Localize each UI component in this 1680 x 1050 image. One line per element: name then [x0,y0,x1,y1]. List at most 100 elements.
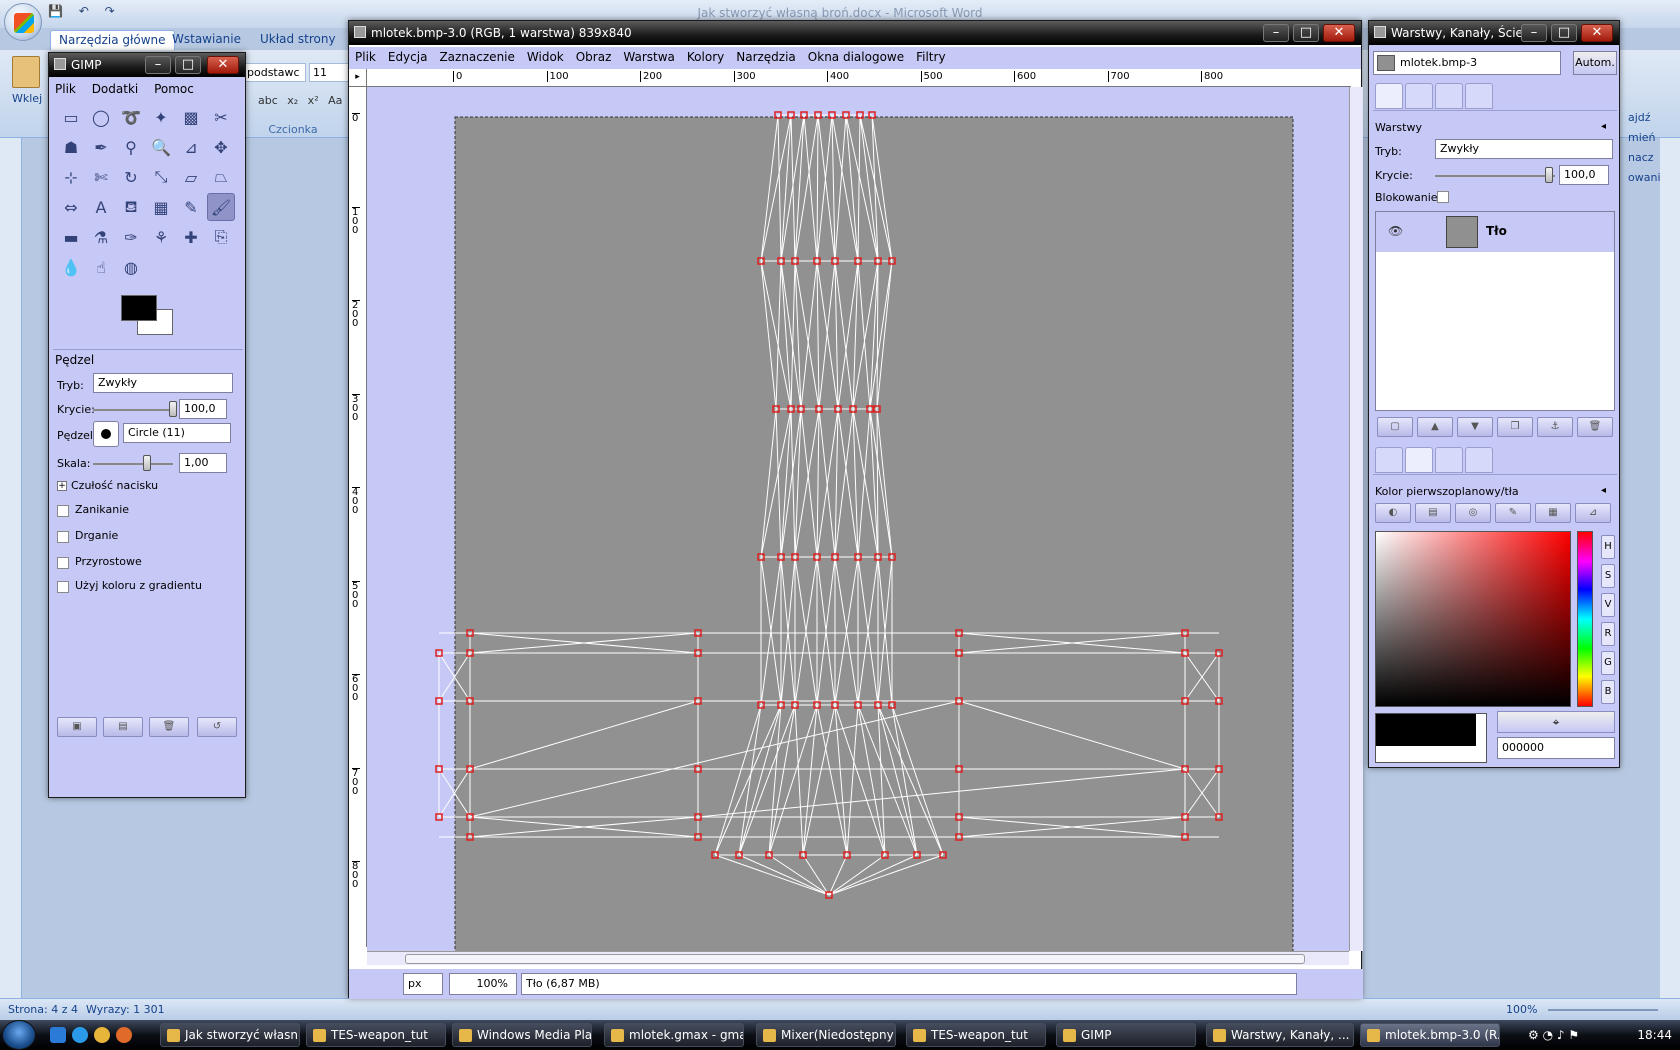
heal-tool-icon[interactable]: ✚ [177,223,205,251]
shear-tool-icon[interactable]: ▱ [177,163,205,191]
blend-tool-icon[interactable]: ▦ [147,193,175,221]
font-size-input[interactable]: 11 [309,63,351,82]
tray-icons[interactable]: ⚙ ◔ ♪ ⚑ [1528,1028,1579,1042]
tab-brushes[interactable] [1405,447,1433,473]
lock-checkbox[interactable] [1437,191,1449,203]
raise-layer-button[interactable]: ▲ [1417,417,1453,437]
scale-slider[interactable] [93,463,173,465]
tab-home[interactable]: Narzędzia główne [50,30,175,50]
flip-tool-icon[interactable]: ⇔ [57,193,85,221]
taskbar-button[interactable]: Mixer(Niedostępny) [756,1023,896,1047]
zoom-tool-icon[interactable]: 🔍 [147,133,175,161]
airbrush-tool-icon[interactable]: ⚗ [87,223,115,251]
channel-button-r[interactable]: R [1601,622,1615,646]
measure-tool-icon[interactable]: ⊿ [177,133,205,161]
menu-item[interactable]: Kolory [681,47,730,67]
menu-item[interactable]: Widok [521,47,570,67]
watercolor-selector-button[interactable]: ✎ [1495,503,1531,523]
horizontal-scrollbar[interactable] [367,951,1349,965]
foreground-select-tool-icon[interactable]: ☗ [57,133,85,161]
minimize-button[interactable]: – [1521,24,1547,42]
menu-item[interactable]: Okna dialogowe [802,47,910,67]
font-name-input[interactable]: podstawc [243,63,306,82]
move-tool-icon[interactable]: ✥ [207,133,235,161]
blur-tool-icon[interactable]: 💧 [57,253,85,281]
scales-selector-button[interactable]: ▦ [1535,503,1571,523]
free-select-tool-icon[interactable]: ➰ [117,103,145,131]
color-select-tool-icon[interactable]: ▩ [177,103,205,131]
tab-layers[interactable] [1375,83,1403,109]
brush-name[interactable]: Circle (11) [123,423,231,443]
word-scrollbar[interactable] [1660,138,1680,998]
start-button[interactable] [2,1020,36,1050]
ellipse-select-tool-icon[interactable]: ◯ [87,103,115,131]
tab-paths[interactable] [1435,83,1463,109]
scale-input[interactable]: 1,00 [179,453,227,473]
ink-tool-icon[interactable]: ✑ [117,223,145,251]
channel-button-h[interactable]: H [1601,535,1615,559]
taskbar-button[interactable]: mlotek.gmax - gmax [604,1023,744,1047]
dock-titlebar[interactable]: Warstwy, Kanały, Ście... – □ ✕ [1369,21,1619,45]
layer-row[interactable]: 👁 Tło [1376,212,1614,252]
tab-fg-bg[interactable] [1375,447,1403,473]
expand-icon[interactable]: + [57,481,67,491]
maximize-button[interactable]: □ [1293,24,1319,42]
close-button[interactable]: ✕ [1323,24,1355,42]
incremental-checkbox[interactable] [57,557,69,569]
scrollbar-thumb[interactable] [405,954,1305,964]
fg-bg-preview[interactable] [1375,713,1487,763]
paintbrush-tool-icon[interactable]: 🖌 [207,193,235,221]
firefox-icon[interactable] [116,1027,132,1043]
close-button[interactable]: ✕ [207,56,239,74]
menu-extras[interactable]: Dodatki [86,79,145,99]
minimize-button[interactable]: – [145,56,171,74]
wheel-selector-button[interactable]: ◎ [1455,503,1491,523]
menu-item[interactable]: Plik [349,47,382,67]
taskbar-button[interactable]: TES-weapon_tut [306,1023,446,1047]
opacity-input[interactable]: 100,0 [179,399,227,419]
vertical-scrollbar[interactable] [1349,87,1363,951]
toolbox-titlebar[interactable]: GIMP – □ ✕ [49,53,245,77]
panel-menu-icon[interactable]: ◂ [1601,121,1606,132]
delete-layer-button[interactable]: 🗑 [1577,417,1613,437]
office-button[interactable] [4,3,42,41]
perspective-clone-tool-icon[interactable]: ⎘ [207,223,235,251]
layer-opacity-slider[interactable] [1435,175,1555,177]
channel-button-v[interactable]: V [1601,593,1615,617]
menu-file[interactable]: Plik [49,79,82,99]
ie-icon[interactable] [72,1027,88,1043]
layer-mode-select[interactable]: Zwykły [1435,139,1613,159]
color-picker-tool-icon[interactable]: ⚲ [117,133,145,161]
tab-gradients[interactable] [1465,447,1493,473]
zoom-slider[interactable] [1548,1009,1658,1011]
quick-access-toolbar[interactable]: 💾 ↶ ↷ [48,4,121,18]
gimp-selector-button[interactable]: ◐ [1375,503,1411,523]
duplicate-layer-button[interactable]: ❐ [1497,417,1533,437]
paste-label[interactable]: Wklej [12,92,42,105]
image-titlebar[interactable]: mlotek.bmp-3.0 (RGB, 1 warstwa) 839x840 … [349,21,1361,45]
chrome-icon[interactable] [94,1027,110,1043]
bucket-fill-tool-icon[interactable]: ⛾ [117,193,145,221]
opacity-slider[interactable] [93,409,173,411]
opacity-slider-thumb[interactable] [169,401,177,417]
scale-slider-thumb[interactable] [143,455,151,471]
jitter-checkbox[interactable] [57,531,69,543]
menu-help[interactable]: Pomoc [148,79,200,99]
clock[interactable]: 18:44 [1637,1028,1672,1042]
fade-checkbox[interactable] [57,505,69,517]
dodge-burn-tool-icon[interactable]: ◍ [117,253,145,281]
channel-button-s[interactable]: S [1601,564,1615,588]
layer-opacity-input[interactable]: 100,0 [1559,165,1609,185]
pressure-label[interactable]: Czułość nacisku [71,479,158,492]
scale-tool-icon[interactable]: ⤡ [147,163,175,191]
tab-insert[interactable]: Wstawianie [164,30,249,50]
rotate-tool-icon[interactable]: ↻ [117,163,145,191]
brush-preview[interactable] [93,421,119,447]
taskbar-button[interactable]: mlotek.bmp-3.0 (R... [1360,1023,1500,1047]
panel-menu-icon[interactable]: ◂ [1601,485,1606,496]
taskbar-button[interactable]: Windows Media Pla... [452,1023,592,1047]
eraser-tool-icon[interactable]: ▬ [57,223,85,251]
close-button[interactable]: ✕ [1581,24,1613,42]
foreground-color-swatch[interactable] [121,295,157,321]
crop-tool-icon[interactable]: ✄ [87,163,115,191]
